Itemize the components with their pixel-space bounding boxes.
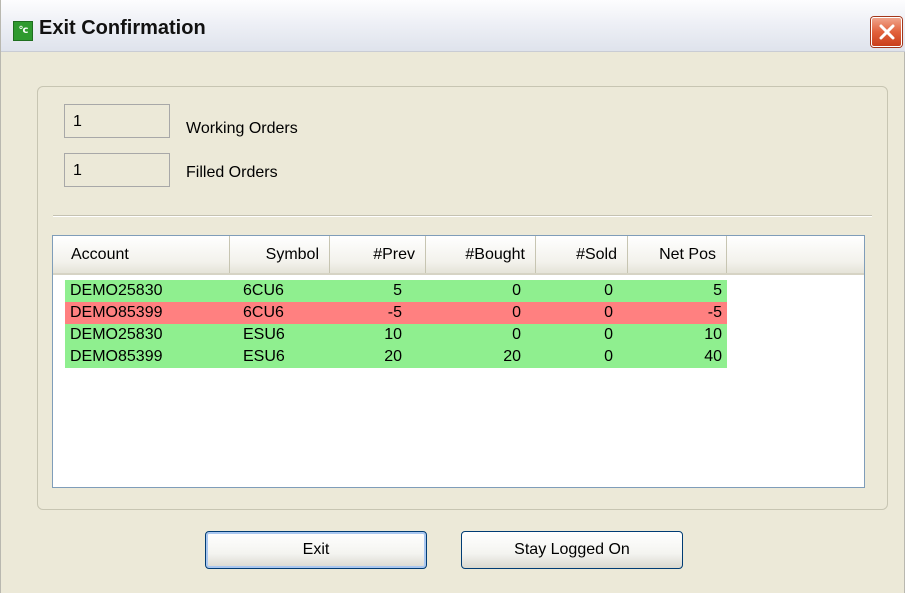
group-separator [53,215,872,217]
exit-button[interactable]: Exit [205,531,427,569]
cell-prev: 10 [384,326,402,343]
column-header-prev[interactable]: #Prev [330,236,426,273]
stay-logged-on-button[interactable]: Stay Logged On [461,531,683,569]
cell-net-pos: 5 [713,282,722,299]
column-header-net-pos[interactable]: Net Pos [628,236,727,273]
filled-orders-label: Filled Orders [186,164,278,181]
cell-bought: 0 [512,326,521,343]
filled-orders-count: 1 [64,153,170,187]
exit-confirmation-dialog: °c Exit Confirmation 1 Working Orders 1 … [0,0,905,593]
cell-sold: 0 [604,326,613,343]
title-bar[interactable]: °c Exit Confirmation [1,0,905,52]
cell-symbol: ESU6 [243,348,285,365]
working-orders-count: 1 [64,104,170,138]
cell-sold: 0 [604,304,613,321]
column-header-account[interactable]: Account [53,236,230,273]
cell-account: DEMO25830 [70,282,163,299]
column-header-symbol[interactable]: Symbol [230,236,330,273]
positions-list[interactable]: Account Symbol #Prev #Bought #Sold Net P… [52,235,865,488]
column-header-sold[interactable]: #Sold [536,236,628,273]
cell-account: DEMO25830 [70,326,163,343]
cell-sold: 0 [604,282,613,299]
cell-account: DEMO85399 [70,348,163,365]
cell-prev: -5 [387,304,402,321]
cell-bought: 0 [512,304,521,321]
cell-bought: 0 [512,282,521,299]
table-row[interactable]: DEMO25830 ESU6 10 0 0 10 [65,324,727,346]
table-row[interactable]: DEMO85399 ESU6 20 20 0 40 [65,346,727,368]
list-header: Account Symbol #Prev #Bought #Sold Net P… [53,236,864,275]
cell-net-pos: 40 [704,348,722,365]
working-orders-label: Working Orders [186,120,298,137]
cell-symbol: ESU6 [243,326,285,343]
cell-symbol: 6CU6 [243,282,284,299]
cell-symbol: 6CU6 [243,304,284,321]
table-row[interactable]: DEMO25830 6CU6 5 0 0 5 [65,280,727,302]
cell-bought: 20 [503,348,521,365]
close-icon [879,24,895,40]
cell-prev: 20 [384,348,402,365]
column-header-bought[interactable]: #Bought [426,236,536,273]
cell-net-pos: -5 [707,304,722,321]
cell-sold: 0 [604,348,613,365]
cell-prev: 5 [393,282,402,299]
window-title: Exit Confirmation [39,17,206,39]
list-rows: DEMO25830 6CU6 5 0 0 5 DEMO85399 6CU6 -5… [65,280,727,368]
app-logo-icon: °c [13,21,33,41]
cell-account: DEMO85399 [70,304,163,321]
table-row[interactable]: DEMO85399 6CU6 -5 0 0 -5 [65,302,727,324]
close-button[interactable] [871,17,902,47]
cell-net-pos: 10 [704,326,722,343]
